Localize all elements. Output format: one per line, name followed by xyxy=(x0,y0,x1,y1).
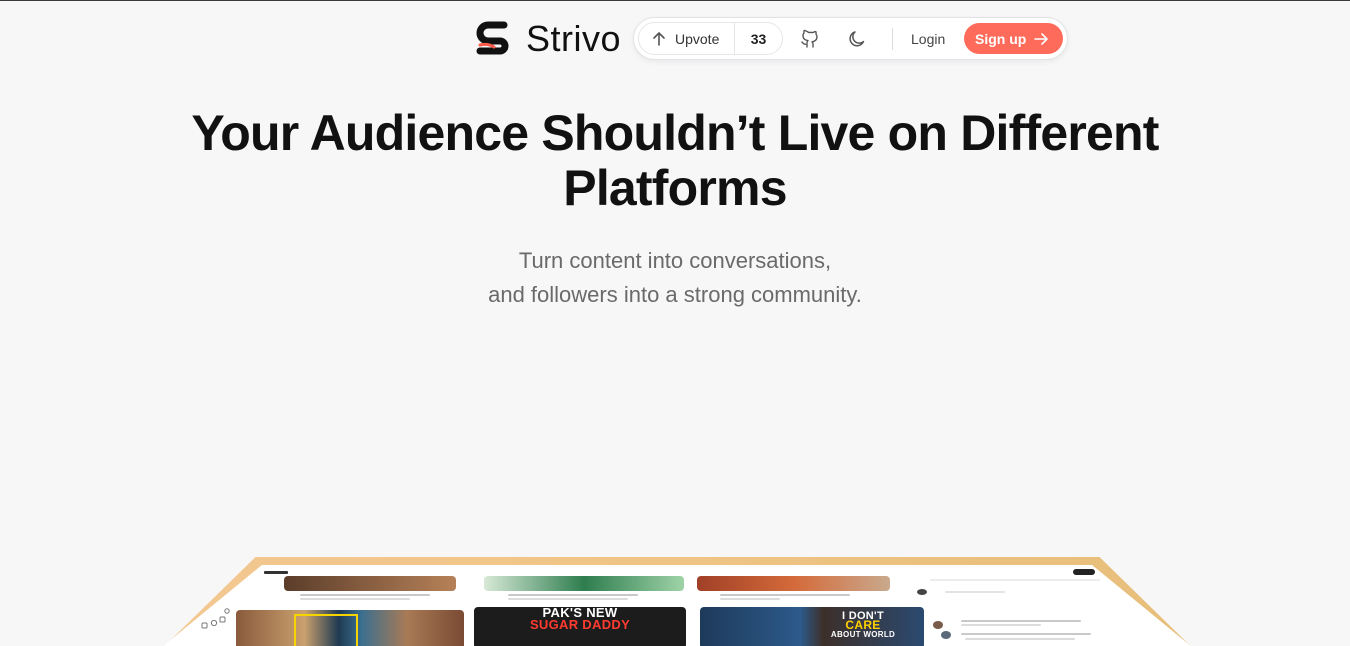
preview-caption xyxy=(508,598,628,600)
preview-thumb-title: SUGAR DADDY xyxy=(529,617,631,632)
preview-thumb-title: ABOUT WORLD xyxy=(830,630,896,639)
preview-comment xyxy=(961,624,1041,626)
strivo-logo-icon xyxy=(476,21,509,55)
signup-label: Sign up xyxy=(975,30,1027,47)
brand-name: Strivo xyxy=(526,18,622,59)
upvote-count: 33 xyxy=(750,30,767,47)
hero-subtitle-line-1: Turn content into conversations, xyxy=(518,248,832,273)
preview-feed-panel xyxy=(905,569,1105,646)
preview-comment xyxy=(965,638,1075,640)
top-nav: Upvote 33 Login Sign up xyxy=(633,17,1068,60)
preview-logo xyxy=(264,571,288,574)
github-icon[interactable] xyxy=(800,29,820,49)
nav-divider xyxy=(892,28,893,50)
brand-logo[interactable]: Strivo xyxy=(474,19,621,59)
preview-thumb-highlight xyxy=(294,614,358,646)
hero-subtitle-line-2: and followers into a strong community. xyxy=(488,282,862,307)
preview-caption xyxy=(300,598,410,600)
moon-icon[interactable] xyxy=(847,29,867,49)
hero-title: Your Audience Shouldn’t Live on Differen… xyxy=(191,105,1159,216)
preview-video-thumb xyxy=(236,610,464,646)
preview-tab-line xyxy=(930,579,1100,581)
preview-post-input xyxy=(945,591,1005,593)
arrow-right-icon xyxy=(1034,32,1049,45)
preview-video-thumb: PAK'S NEW SUGAR DADDY xyxy=(474,607,686,646)
preview-caption xyxy=(508,594,638,596)
preview-avatar xyxy=(917,589,927,595)
preview-video-thumb: I DON'T CARE ABOUT WORLD xyxy=(700,607,924,646)
upvote-widget: Upvote 33 xyxy=(638,22,783,55)
preview-comment xyxy=(961,620,1081,622)
signup-button[interactable]: Sign up xyxy=(964,23,1063,54)
preview-profile-icon xyxy=(1073,569,1095,575)
preview-caption xyxy=(300,594,430,596)
preview-avatar xyxy=(933,621,943,629)
upvote-label: Upvote xyxy=(675,30,720,47)
preview-avatar xyxy=(941,631,951,639)
preview-video-thumb xyxy=(484,576,684,591)
arrow-up-icon xyxy=(653,31,665,46)
hero-subtitle: Turn content into conversations, and fol… xyxy=(375,244,975,312)
login-link[interactable]: Login xyxy=(911,31,945,47)
preview-comment xyxy=(961,633,1091,635)
preview-caption xyxy=(720,598,780,600)
preview-sidebar-icons xyxy=(201,608,230,629)
upvote-button[interactable]: Upvote xyxy=(639,23,735,54)
preview-caption xyxy=(720,594,850,596)
preview-video-thumb xyxy=(697,576,890,591)
preview-video-thumb xyxy=(284,576,456,591)
